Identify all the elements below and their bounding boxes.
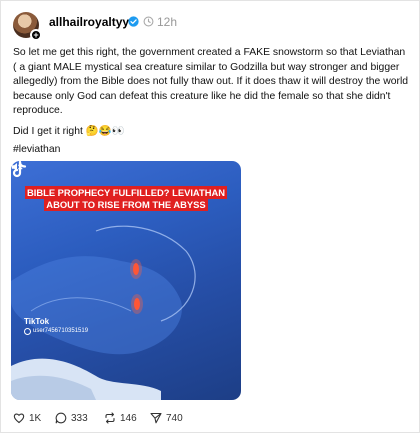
share-count: 740 — [166, 412, 183, 424]
post-card: + allhailroyaltyy 12h So let me get this… — [0, 0, 420, 433]
like-count: 1K — [29, 412, 42, 424]
tiktok-brand: TikTok — [24, 317, 50, 326]
reply-button[interactable]: 333 — [55, 411, 88, 425]
hashtag-link[interactable]: #leviathan — [13, 144, 60, 155]
video-caption: BIBLE PROPHECY FULFILLED? LEVIATHAN ABOU… — [23, 186, 229, 211]
share-button[interactable]: 740 — [150, 411, 183, 425]
reply-count: 333 — [71, 412, 88, 424]
repost-button[interactable]: 146 — [104, 411, 137, 425]
repost-count: 146 — [120, 412, 137, 424]
tiktok-user: user7456710351519 — [33, 328, 89, 334]
share-icon — [150, 412, 162, 424]
video-media[interactable]: BIBLE PROPHECY FULFILLED? LEVIATHAN ABOU… — [11, 161, 241, 400]
like-button[interactable]: 1K — [13, 411, 41, 425]
tiktok-user-icon — [24, 328, 31, 335]
repost-icon — [105, 412, 115, 424]
username[interactable]: allhailroyaltyy — [49, 15, 129, 29]
heart-icon — [13, 413, 25, 424]
post-body: So let me get this right, the government… — [13, 47, 409, 117]
verified-badge-icon — [128, 16, 139, 27]
avatar[interactable]: + — [13, 12, 42, 41]
comment-icon — [55, 412, 67, 424]
follow-plus-icon[interactable]: + — [30, 29, 42, 41]
clock-icon — [143, 16, 154, 27]
post-time: 12h — [157, 15, 178, 29]
muted-speaker-icon[interactable] — [11, 161, 23, 173]
video-caption-text: BIBLE PROPHECY FULFILLED? LEVIATHAN ABOU… — [24, 186, 228, 211]
post-question: Did I get it right 🤔😂👀 — [13, 126, 125, 137]
